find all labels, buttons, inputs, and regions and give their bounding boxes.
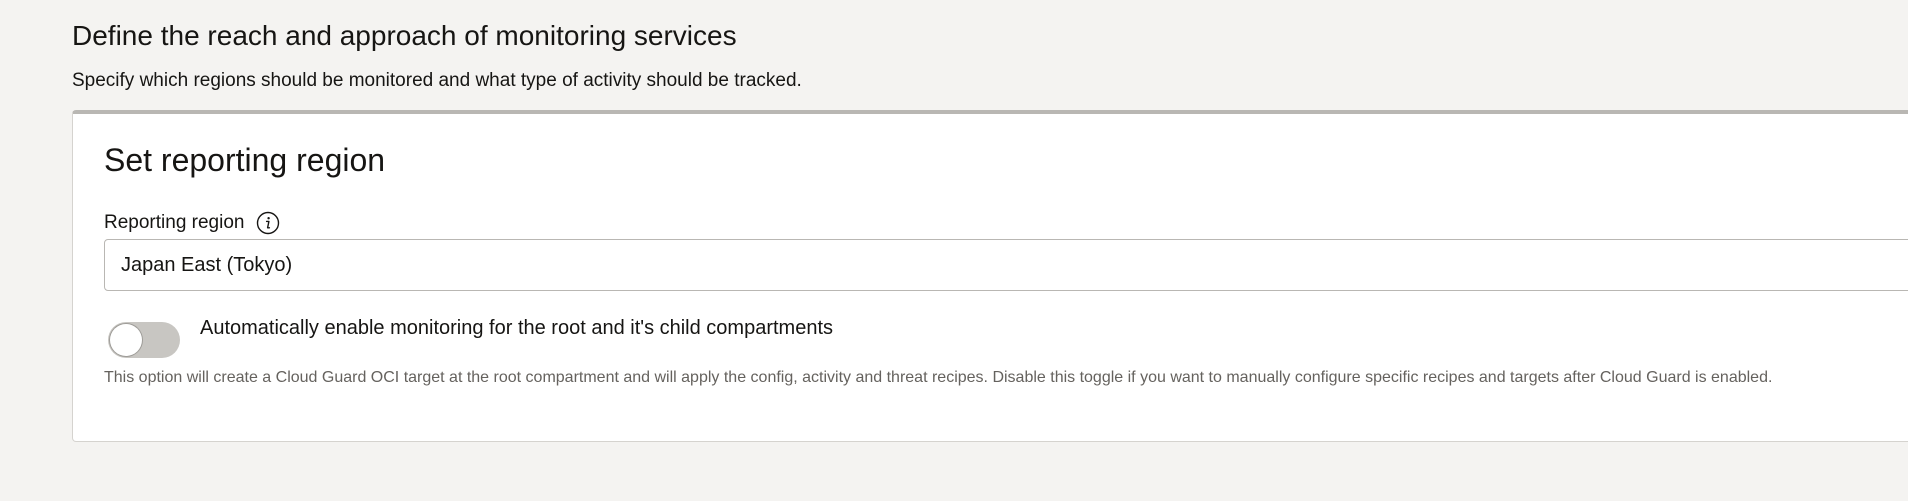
auto-enable-label: Automatically enable monitoring for the … [200,317,834,339]
section-subtitle: Specify which regions should be monitore… [72,70,802,91]
auto-enable-row: Automatically enable monitoring for the … [108,316,833,358]
toggle-knob [110,324,142,356]
reporting-region-label-row: Reporting region [104,211,280,235]
reporting-region-card: Set reporting region Reporting region Ja… [72,110,1908,442]
page: Define the reach and approach of monitor… [0,0,1908,501]
reporting-region-label: Reporting region [104,212,245,233]
auto-enable-help-text: This option will create a Cloud Guard OC… [104,369,1773,386]
info-icon[interactable] [256,211,280,235]
reporting-region-value: Japan East (Tokyo) [121,253,293,276]
card-title: Set reporting region [104,142,386,178]
auto-enable-toggle[interactable] [108,322,180,358]
info-icon-graphic [257,211,280,235]
section-title: Define the reach and approach of monitor… [72,20,737,51]
reporting-region-select[interactable]: Japan East (Tokyo) [104,239,1908,291]
